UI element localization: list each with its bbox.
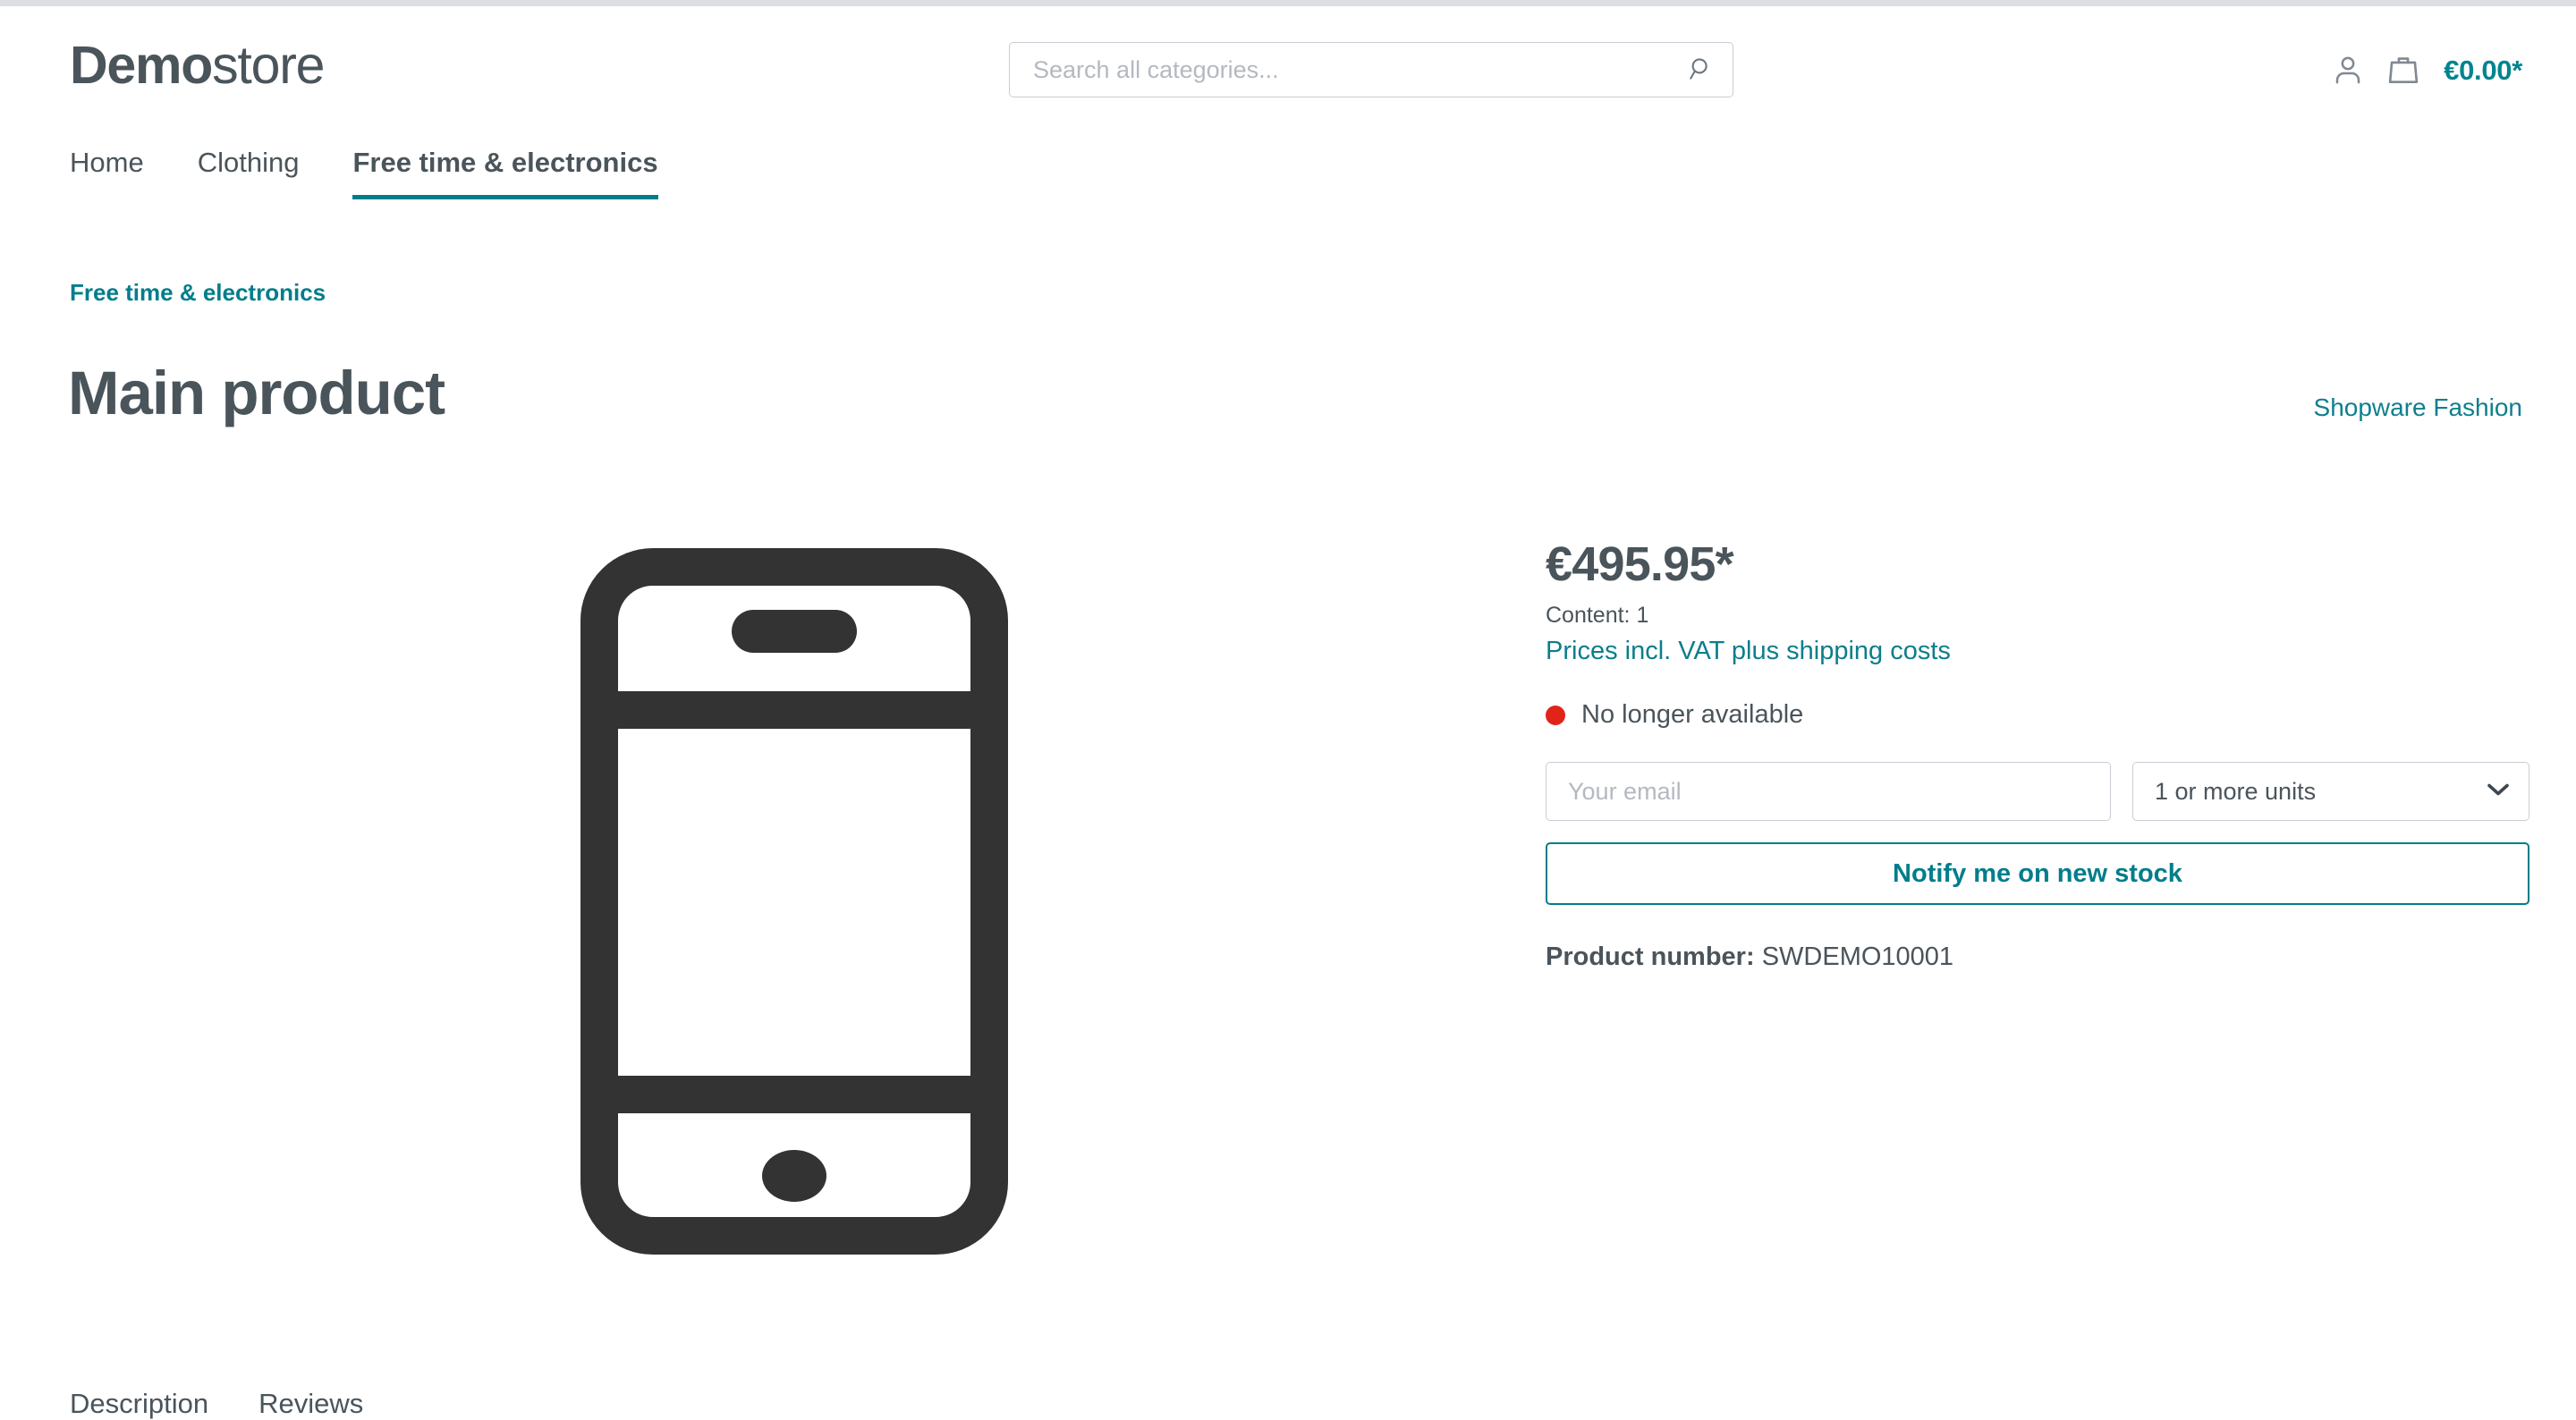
page-title: Main product bbox=[68, 359, 445, 427]
quantity-select[interactable]: 1 or more units bbox=[2132, 762, 2529, 821]
account-button[interactable] bbox=[2320, 46, 2376, 96]
nav-item-free-time-electronics[interactable]: Free time & electronics bbox=[352, 143, 658, 199]
notify-me-button[interactable]: Notify me on new stock bbox=[1546, 842, 2529, 905]
manufacturer-link[interactable]: Shopware Fashion bbox=[2314, 393, 2522, 422]
notify-form-row: 1 or more units bbox=[1546, 762, 2529, 821]
user-icon bbox=[2330, 52, 2366, 90]
product-price: €495.95* bbox=[1546, 537, 1734, 591]
top-band bbox=[0, 0, 2576, 6]
site-logo[interactable]: Demostore bbox=[70, 33, 325, 97]
buy-box: €495.95* Content: 1 Prices incl. VAT plu… bbox=[1546, 537, 2529, 972]
logo-text-bold: Demo bbox=[70, 36, 213, 95]
status-dot-icon bbox=[1546, 705, 1565, 725]
product-gallery[interactable] bbox=[70, 501, 1519, 1306]
cart-button[interactable] bbox=[2376, 46, 2431, 96]
smartphone-icon bbox=[580, 547, 1008, 1259]
product-number-label: Product number: bbox=[1546, 942, 1755, 971]
nav-item-clothing[interactable]: Clothing bbox=[198, 143, 300, 199]
header-actions: €0.00* bbox=[2320, 46, 2522, 96]
tab-description[interactable]: Description bbox=[70, 1388, 208, 1420]
search-form bbox=[1009, 42, 1733, 97]
breadcrumb-free-time-electronics[interactable]: Free time & electronics bbox=[70, 279, 326, 307]
product-number: Product number: SWDEMO10001 bbox=[1546, 942, 2529, 972]
main-navigation: Home Clothing Free time & electronics bbox=[0, 143, 2576, 213]
product-number-value: SWDEMO10001 bbox=[1761, 942, 1954, 971]
tax-shipping-link[interactable]: Prices incl. VAT plus shipping costs bbox=[1546, 637, 2529, 666]
cart-total-amount[interactable]: €0.00* bbox=[2444, 55, 2522, 87]
email-input[interactable] bbox=[1546, 762, 2111, 821]
product-content: Content: 1 bbox=[1546, 603, 1649, 628]
nav-item-home[interactable]: Home bbox=[70, 143, 144, 199]
delivery-status-text: No longer available bbox=[1581, 700, 1804, 729]
site-header: Demostore Search all categories... €0.00… bbox=[0, 6, 2576, 134]
search-icon bbox=[1688, 55, 1715, 85]
search-submit-button[interactable] bbox=[1669, 42, 1733, 97]
logo-text-light: store bbox=[212, 36, 325, 95]
quantity-select-wrapper: 1 or more units bbox=[2132, 762, 2529, 821]
shopping-bag-icon bbox=[2385, 51, 2422, 91]
product-detail-tabs: Description Reviews bbox=[70, 1388, 363, 1420]
delivery-status: No longer available bbox=[1546, 700, 2529, 730]
tab-reviews[interactable]: Reviews bbox=[258, 1388, 363, 1420]
search-input[interactable] bbox=[1009, 42, 1733, 97]
nav-list: Home Clothing Free time & electronics bbox=[70, 143, 712, 199]
